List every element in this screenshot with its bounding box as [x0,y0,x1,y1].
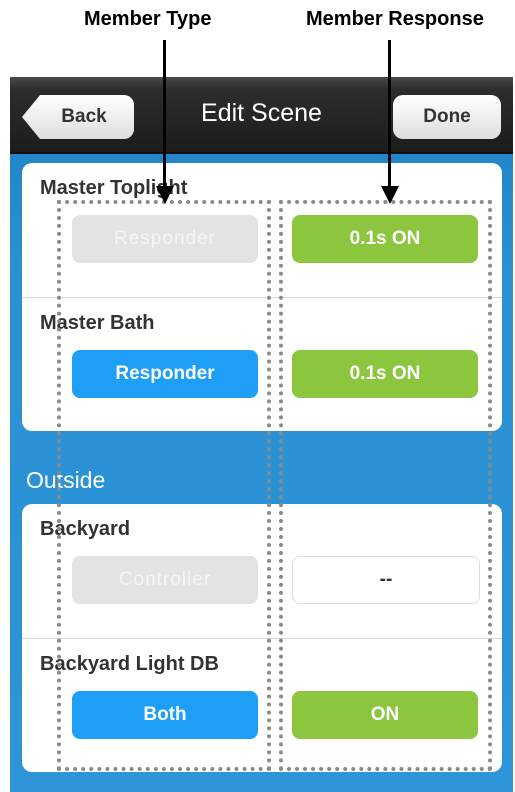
member-row: Master Toplight Responder 0.1s ON [22,163,502,297]
member-response-arrow-line [388,40,391,192]
member-response-annotation: Member Response [306,8,484,30]
scene-members-card: Backyard Controller -- Backyard Light DB… [22,504,502,772]
member-row: Master Bath Responder 0.1s ON [22,297,502,431]
member-row: Backyard Controller -- [22,504,502,638]
edit-scene-screen: Back Edit Scene Done Master Toplight Res… [10,77,513,792]
member-response-button[interactable]: ON [292,691,478,739]
member-type-annotation: Member Type [84,8,212,30]
member-response-button[interactable]: 0.1s ON [292,350,478,398]
member-type-arrow-head [156,186,174,204]
member-response-arrow-head [381,186,399,204]
member-response-button[interactable]: 0.1s ON [292,215,478,263]
navigation-bar: Back Edit Scene Done [10,77,513,154]
member-name: Backyard Light DB [40,653,219,675]
member-type-button[interactable]: Controller [72,556,258,604]
member-name: Backyard [40,518,131,540]
member-type-button[interactable]: Responder [72,215,258,263]
scene-members-card: Master Toplight Responder 0.1s ON Master… [22,163,502,431]
member-type-button[interactable]: Both [72,691,258,739]
member-name: Master Bath [40,312,155,334]
done-button[interactable]: Done [393,95,501,139]
member-type-arrow-line [163,40,166,192]
section-header-outside: Outside [26,467,106,493]
member-type-button[interactable]: Responder [72,350,258,398]
member-row: Backyard Light DB Both ON [22,638,502,772]
member-response-button[interactable]: -- [292,556,480,604]
